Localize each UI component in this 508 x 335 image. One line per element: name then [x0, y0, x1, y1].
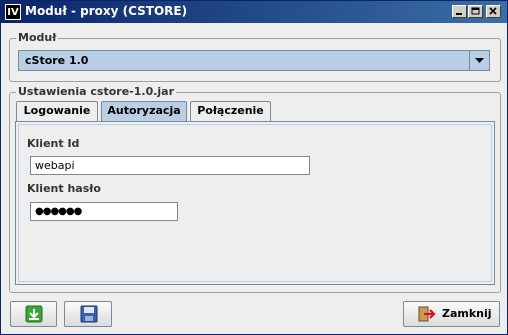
save-button[interactable] — [64, 301, 112, 327]
module-select[interactable]: cStore 1.0 — [18, 50, 490, 71]
app-icon: IV — [5, 4, 21, 20]
tab-polaczenie[interactable]: Połączenie — [190, 101, 271, 121]
title-bar[interactable]: IV Moduł - proxy (CSTORE) — [1, 1, 507, 23]
module-select-arrow[interactable] — [469, 51, 489, 70]
module-select-value: cStore 1.0 — [25, 54, 89, 67]
dialog-window: IV Moduł - proxy (CSTORE) Moduł cStore 1… — [0, 0, 508, 335]
client-password-input[interactable]: ●●●●●● — [30, 202, 178, 221]
close-icon — [489, 7, 497, 15]
window-title: Moduł - proxy (CSTORE) — [25, 4, 188, 18]
maximize-icon — [471, 7, 480, 15]
floppy-disk-icon — [80, 305, 98, 323]
client-password-label: Klient hasło — [27, 182, 101, 195]
module-group-title: Moduł — [16, 31, 59, 44]
close-window-button[interactable] — [486, 5, 501, 18]
client-id-input[interactable] — [30, 156, 310, 175]
minimize-icon — [456, 13, 462, 15]
exit-door-icon — [418, 306, 436, 322]
minimize-button[interactable] — [452, 5, 467, 18]
settings-group-title: Ustawienia cstore-1.0.jar — [16, 85, 177, 98]
import-button[interactable] — [10, 301, 57, 327]
close-button[interactable]: Zamknij — [403, 301, 500, 327]
maximize-button[interactable] — [468, 5, 483, 18]
tab-autoryzacja[interactable]: Autoryzacja — [101, 101, 187, 122]
download-icon — [25, 305, 43, 323]
close-button-label: Zamknij — [442, 307, 492, 320]
client-id-label: Klient Id — [27, 137, 80, 150]
chevron-down-icon — [475, 58, 484, 63]
tab-logowanie[interactable]: Logowanie — [16, 101, 98, 121]
